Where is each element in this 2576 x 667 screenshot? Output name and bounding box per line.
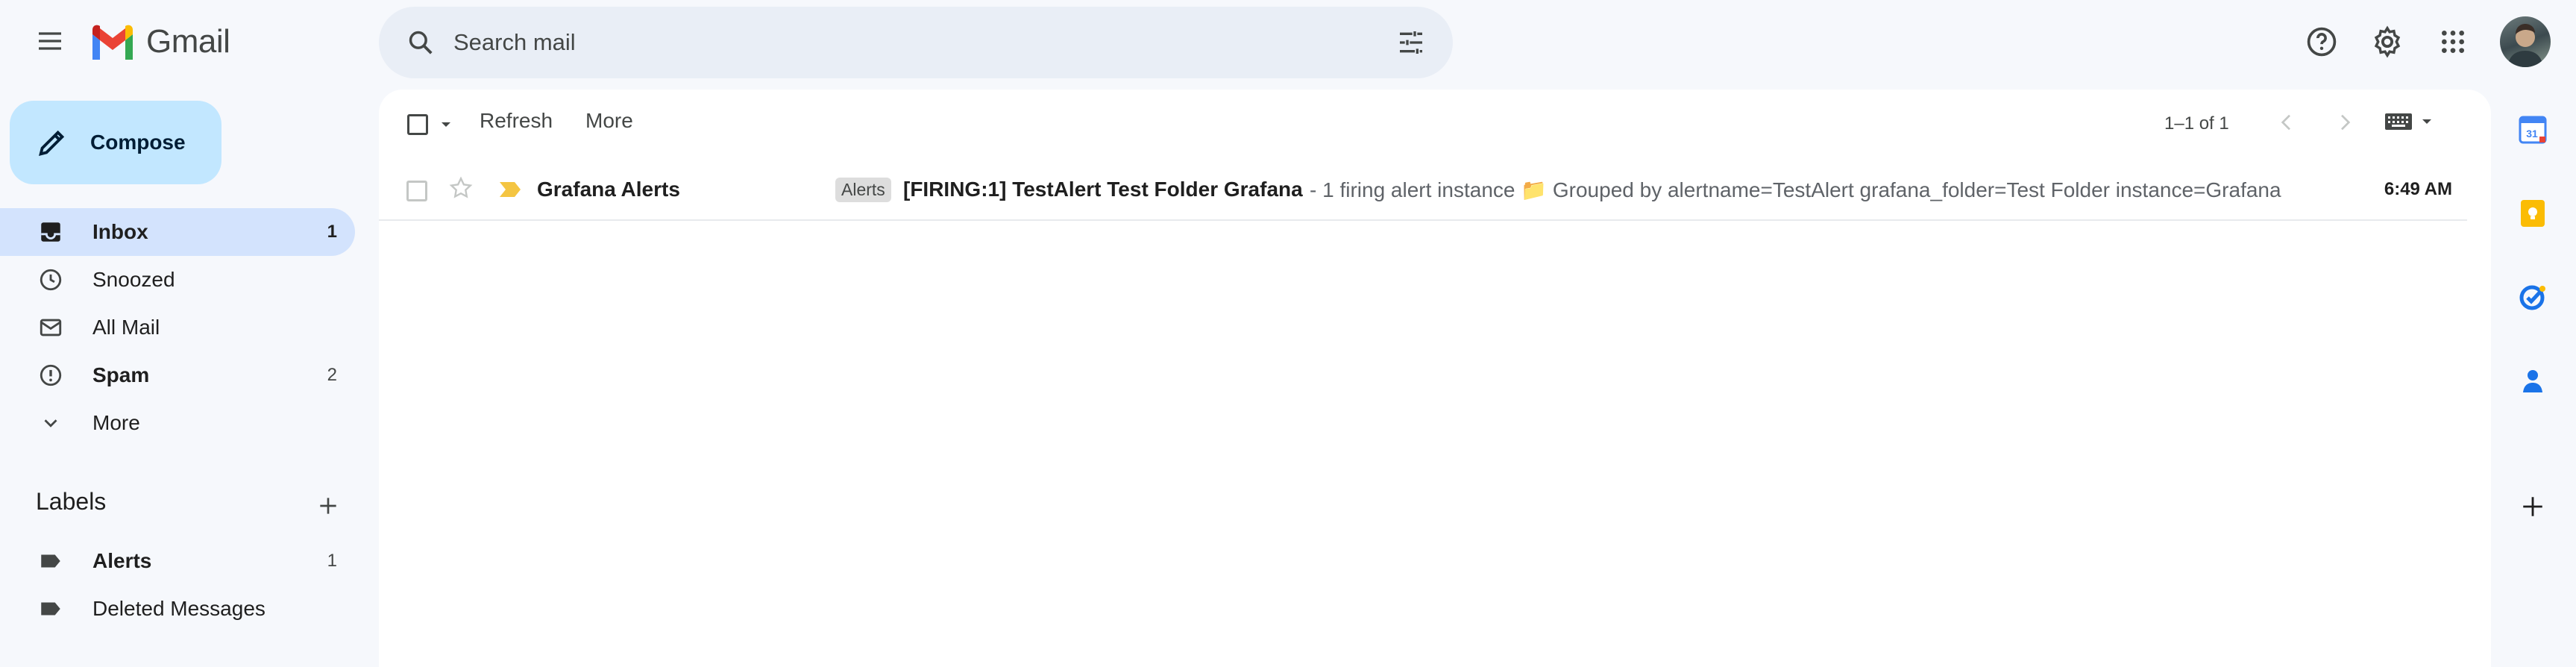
star-icon[interactable]: [447, 175, 474, 201]
email-subject: [FIRING:1] TestAlert Test Folder Grafana: [903, 178, 1303, 201]
label-item-label: Deleted Messages: [92, 597, 266, 620]
google-apps-button[interactable]: [2426, 15, 2480, 69]
unread-count: 1: [327, 222, 337, 242]
sidebar-item-label: All Mail: [92, 316, 160, 339]
label-item-alerts[interactable]: Alerts 1: [0, 537, 355, 585]
label-chip[interactable]: Alerts: [835, 178, 891, 202]
caret-down-icon: [2422, 119, 2431, 124]
tasks-icon: [2519, 285, 2545, 310]
calendar-app-button[interactable]: 31: [2509, 106, 2557, 154]
inbox-icon: [27, 208, 75, 256]
calendar-icon: 31: [2519, 116, 2547, 144]
sidebar-item-all-mail[interactable]: All Mail: [0, 304, 355, 351]
contacts-app-button[interactable]: [2509, 357, 2557, 404]
caret-down-icon[interactable]: [440, 121, 452, 128]
sidebar-item-label: More: [92, 411, 140, 434]
plus-icon: [320, 498, 336, 514]
calendar-day: 31: [2526, 128, 2538, 140]
search-icon[interactable]: [397, 19, 444, 66]
create-label-button[interactable]: [304, 482, 352, 530]
search-options-icon[interactable]: [1387, 19, 1435, 66]
all-mail-icon: [27, 304, 75, 351]
label-count: 1: [327, 551, 337, 571]
chevron-down-icon: [27, 399, 75, 447]
help-icon: [2307, 27, 2337, 57]
sidebar-item-spam[interactable]: Spam 2: [0, 351, 355, 399]
chevron-right-icon: [2341, 114, 2351, 131]
settings-button[interactable]: [2360, 15, 2414, 69]
spam-count: 2: [327, 365, 337, 385]
support-button[interactable]: [2295, 15, 2349, 69]
apps-grid-icon: [2442, 31, 2464, 53]
search-bar[interactable]: Search mail: [379, 7, 1453, 78]
labels-heading: Labels: [36, 488, 107, 515]
contacts-icon: [2523, 370, 2542, 392]
select-all-control[interactable]: [407, 114, 452, 135]
row-checkbox[interactable]: [406, 181, 427, 201]
gmail-m-icon: [92, 25, 133, 60]
email-sender: Grafana Alerts: [537, 178, 680, 201]
keep-icon: [2521, 200, 2545, 227]
sidebar-item-label: Snoozed: [92, 268, 175, 291]
search-input[interactable]: Search mail: [453, 29, 1387, 56]
email-row[interactable]: Grafana Alerts Alerts [FIRING:1] TestAle…: [379, 161, 2467, 221]
label-icon: [27, 537, 75, 585]
important-marker-icon[interactable]: [498, 179, 522, 200]
clock-icon: [27, 256, 75, 304]
gmail-logo[interactable]: Gmail: [89, 22, 230, 61]
label-icon: [27, 585, 75, 633]
keep-app-button[interactable]: [2509, 190, 2557, 237]
input-tools-button[interactable]: [2385, 113, 2433, 130]
app-name: Gmail: [146, 23, 230, 60]
sidebar-item-snoozed[interactable]: Snoozed: [0, 256, 355, 304]
label-item-label: Alerts: [92, 549, 152, 572]
chevron-left-icon: [2281, 114, 2290, 131]
email-time: 6:49 AM: [2384, 179, 2452, 199]
main-menu-button[interactable]: [24, 15, 76, 67]
avatar[interactable]: [2500, 16, 2551, 67]
report-icon: [27, 351, 75, 399]
compose-button[interactable]: Compose: [10, 101, 222, 184]
gear-icon: [2374, 25, 2401, 58]
tasks-app-button[interactable]: [2509, 273, 2557, 321]
refresh-button[interactable]: Refresh: [480, 109, 553, 133]
email-snippet: - 1 firing alert instance 📁 Grouped by a…: [1310, 178, 2281, 201]
get-addons-button[interactable]: [2515, 489, 2551, 524]
older-button[interactable]: [2333, 110, 2357, 134]
pencil-icon: [39, 130, 65, 156]
sidebar-item-label: Inbox: [92, 220, 148, 243]
sidebar-item-more[interactable]: More: [0, 399, 355, 447]
sidebar-item-inbox[interactable]: Inbox 1: [0, 208, 355, 256]
keyboard-icon: [2385, 113, 2412, 130]
newer-button[interactable]: [2275, 110, 2299, 134]
add-icon: [2523, 497, 2542, 516]
hamburger-menu-icon: [39, 32, 61, 50]
label-item-deleted-messages[interactable]: Deleted Messages: [0, 585, 355, 633]
select-all-checkbox[interactable]: [407, 114, 428, 135]
more-actions-button[interactable]: More: [585, 109, 633, 133]
pagination-range: 1–1 of 1: [2164, 113, 2229, 134]
sidebar-item-label: Spam: [92, 363, 150, 386]
compose-label: Compose: [90, 131, 186, 154]
